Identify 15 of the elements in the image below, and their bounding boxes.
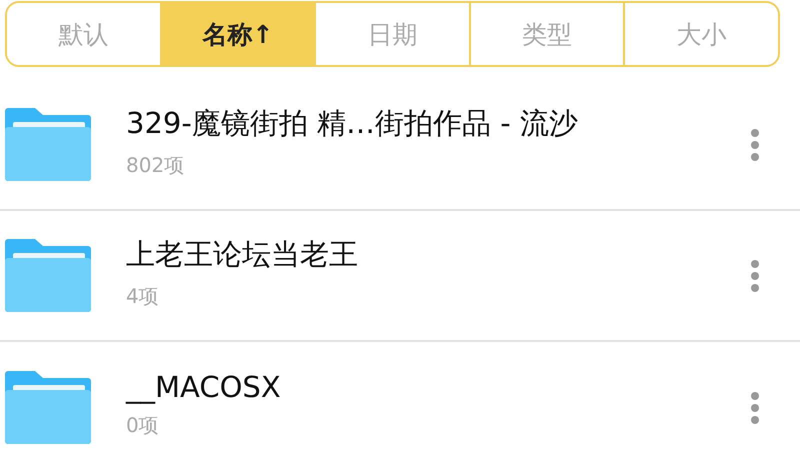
folder-icon — [5, 239, 91, 312]
item-count: 802项 — [126, 152, 186, 179]
more-icon[interactable] — [750, 128, 760, 162]
sort-tab[interactable]: 名称↑ — [160, 3, 314, 65]
more-icon[interactable] — [750, 258, 760, 292]
folder-icon — [5, 108, 91, 181]
item-count: 0项 — [126, 412, 160, 439]
folder-icon — [5, 371, 91, 444]
sort-tab[interactable]: 类型 — [468, 3, 624, 65]
more-icon[interactable] — [750, 390, 760, 424]
item-count: 4项 — [126, 283, 160, 310]
folder-name: 329-魔镜街拍 精…街拍作品 - 流沙 — [126, 105, 579, 142]
folder-name: 上老王论坛当老王 — [126, 236, 359, 273]
sort-tab[interactable]: 大小 — [623, 3, 778, 65]
folder-name: __MACOSX — [126, 370, 282, 404]
